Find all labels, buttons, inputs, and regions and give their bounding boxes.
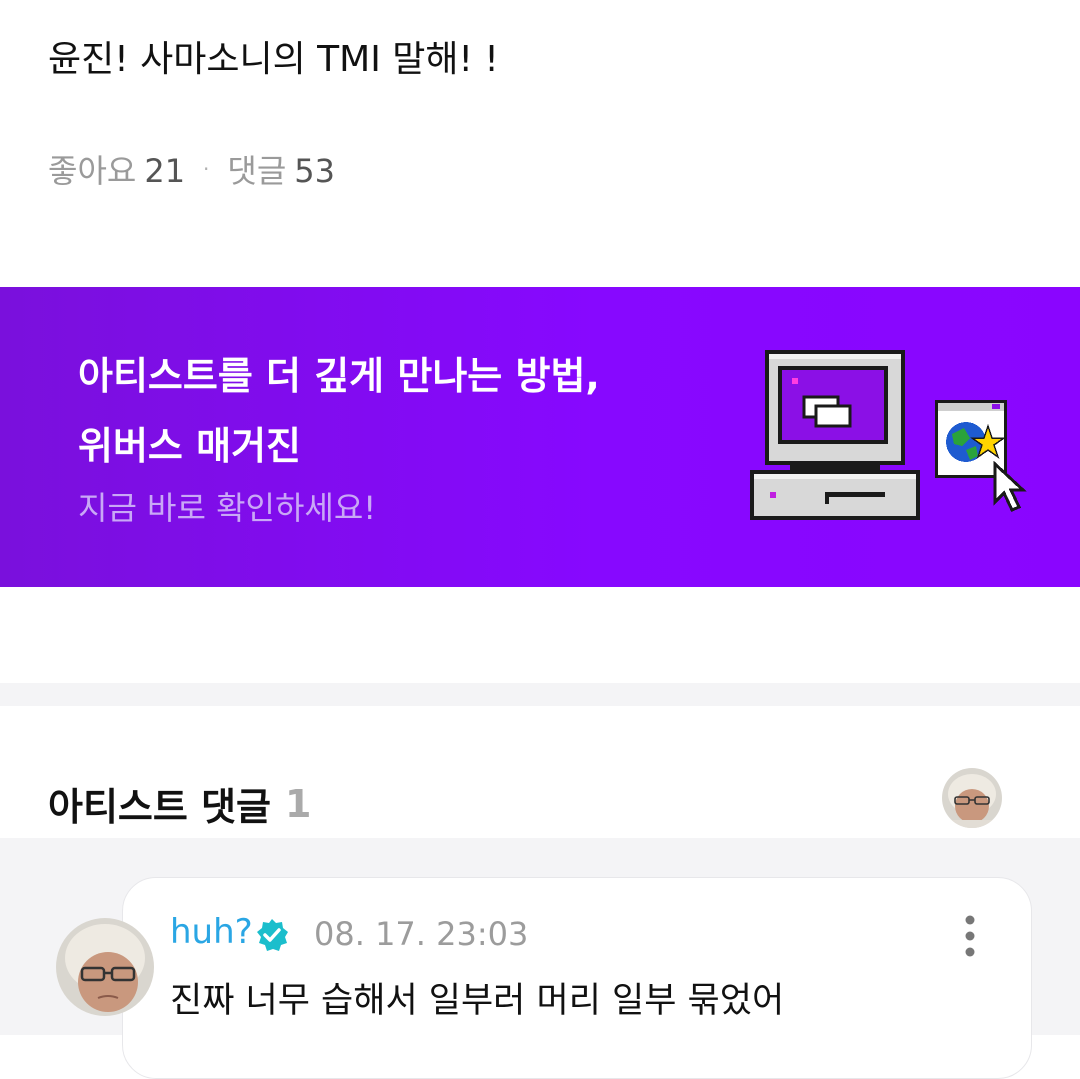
- banner-headline-line1: 아티스트를 더 깊게 만나는 방법,: [78, 354, 600, 398]
- magazine-promo-banner[interactable]: 아티스트를 더 깊게 만나는 방법, 위버스 매거진 지금 바로 확인하세요!: [0, 287, 1080, 587]
- artist-comments-count: 1: [285, 781, 312, 826]
- commenter-avatar[interactable]: [56, 918, 154, 1016]
- artist-comments-title: 아티스트 댓글: [48, 785, 271, 829]
- comments-count: 53: [294, 152, 336, 190]
- comments-button[interactable]: 댓글 53: [227, 146, 335, 192]
- more-options-icon[interactable]: [956, 914, 984, 958]
- artist-comments-header: 아티스트 댓글 1: [48, 776, 311, 831]
- post-stats: 좋아요 21 · 댓글 53: [48, 146, 335, 192]
- banner-subtext: 지금 바로 확인하세요!: [78, 489, 377, 527]
- likes-button[interactable]: 좋아요 21: [48, 146, 185, 192]
- commenter-name[interactable]: huh?: [170, 912, 253, 952]
- section-divider: [0, 683, 1080, 706]
- comment-text: 진짜 너무 습해서 일부러 머리 일부 묶었어: [170, 981, 785, 1021]
- comments-label: 댓글: [227, 152, 287, 190]
- post-title: 윤진! 사마소니의 TMI 말해! !: [48, 39, 499, 80]
- likes-count: 21: [144, 152, 186, 190]
- comment-timestamp: 08. 17. 23:03: [314, 915, 529, 953]
- verified-badge-icon: [257, 919, 288, 951]
- banner-headline-line2: 위버스 매거진: [78, 424, 301, 468]
- meta-separator: ·: [203, 157, 210, 181]
- likes-label: 좋아요: [48, 152, 137, 190]
- artist-avatar[interactable]: [942, 768, 1002, 828]
- retro-computer-illustration: [750, 350, 1027, 520]
